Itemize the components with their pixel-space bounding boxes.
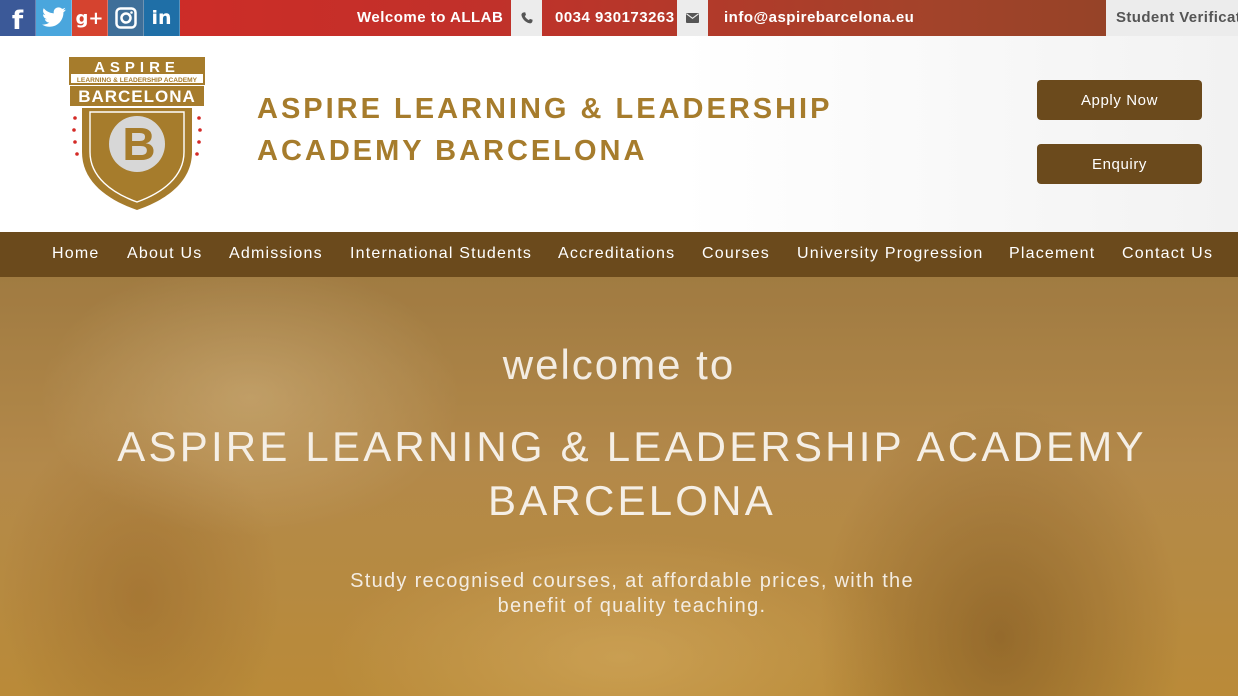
- nav-international-students[interactable]: International Students: [350, 245, 532, 263]
- twitter-bird-shape: [41, 7, 66, 27]
- welcome-text: Welcome to ALLAB: [357, 9, 504, 26]
- site-header: ASPIRE LEARNING & LEADERSHIP ACADEMY BAR…: [0, 36, 1238, 232]
- linkedin-icon[interactable]: in: [144, 0, 180, 36]
- nav-home[interactable]: Home: [52, 245, 99, 263]
- nav-placement[interactable]: Placement: [1009, 245, 1095, 263]
- logo-letter: B: [122, 118, 155, 170]
- phone-number[interactable]: 0034 930173263: [555, 9, 675, 26]
- linkedin-glyph: in: [151, 7, 172, 29]
- instagram-camera-shape: [114, 7, 137, 29]
- hero-title: ASPIRE LEARNING & LEADERSHIP ACADEMY BAR…: [117, 423, 1147, 524]
- nav-courses[interactable]: Courses: [702, 245, 770, 263]
- academy-logo[interactable]: ASPIRE LEARNING & LEADERSHIP ACADEMY BAR…: [68, 56, 206, 214]
- instagram-icon[interactable]: [108, 0, 144, 36]
- google-plus-icon[interactable]: g+: [72, 0, 108, 36]
- enquiry-button[interactable]: Enquiry: [1037, 144, 1202, 184]
- nav-university-progression[interactable]: University Progression: [797, 245, 983, 263]
- academy-name: ASPIRE LEARNING & LEADERSHIP ACADEMY BAR…: [257, 88, 832, 172]
- phone-icon: [511, 0, 542, 36]
- envelope-icon: [677, 0, 708, 36]
- phone-handset-shape: [520, 12, 533, 24]
- academy-name-line2: ACADEMY BARCELONA: [257, 135, 648, 167]
- logo-ribbon-text: LEARNING & LEADERSHIP ACADEMY: [77, 77, 198, 84]
- twitter-icon[interactable]: [36, 0, 72, 36]
- academy-name-line1: ASPIRE LEARNING & LEADERSHIP: [257, 93, 833, 125]
- envelope-shape: [686, 13, 699, 23]
- nav-about-us[interactable]: About Us: [127, 245, 202, 263]
- logo-city-word: BARCELONA: [78, 87, 196, 106]
- facebook-glyph: f: [11, 6, 24, 36]
- email-link[interactable]: info@aspirebarcelona.eu: [724, 9, 914, 26]
- academy-crest: ASPIRE LEARNING & LEADERSHIP ACADEMY BAR…: [69, 57, 205, 210]
- logo-top-word: ASPIRE: [94, 59, 180, 76]
- social-links: f g+ in: [0, 0, 180, 36]
- top-bar: f g+ in Welcome to ALLAB 0034 930173263 …: [0, 0, 1238, 36]
- nav-accreditations[interactable]: Accreditations: [558, 245, 675, 263]
- hero-welcome: welcome to: [502, 341, 736, 388]
- nav-contact-us[interactable]: Contact Us: [1122, 245, 1213, 263]
- hero-subtitle: Study recognised courses, at affordable …: [350, 570, 914, 617]
- main-nav: Home About Us Admissions International S…: [0, 232, 1238, 277]
- google-plus-glyph: g+: [75, 7, 104, 29]
- apply-now-button[interactable]: Apply Now: [1037, 80, 1202, 120]
- nav-admissions[interactable]: Admissions: [229, 245, 323, 263]
- facebook-icon[interactable]: f: [0, 0, 36, 36]
- hero-banner: welcome to ASPIRE LEARNING & LEADERSHIP …: [0, 277, 1238, 696]
- student-verification-button[interactable]: Student Verification: [1106, 0, 1238, 36]
